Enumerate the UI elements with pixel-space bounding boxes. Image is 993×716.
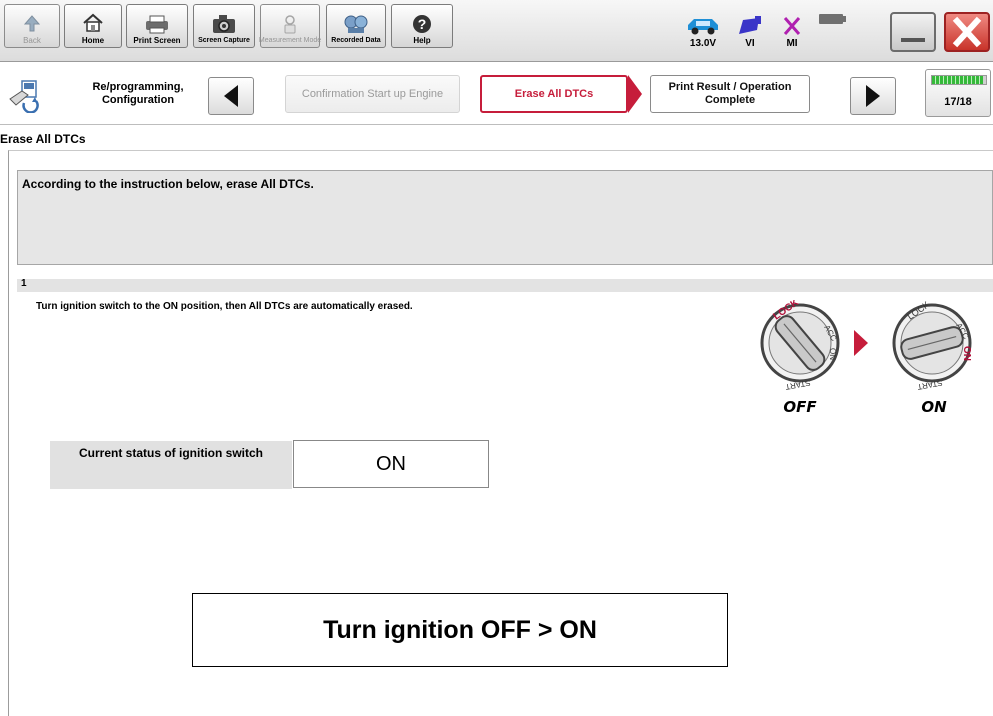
progress-text: 17/18: [944, 96, 972, 108]
section-title: Erase All DTCs: [0, 132, 86, 146]
reprogramming-icon: [9, 80, 39, 113]
callout-box: Turn ignition OFF > ON: [192, 593, 728, 667]
transition-arrow-icon: [854, 330, 868, 356]
home-icon: [83, 13, 103, 32]
recorded-data-button[interactable]: Recorded Data: [326, 4, 386, 48]
ignition-status-value: ON: [293, 440, 489, 488]
screen-capture-label: Screen Capture: [198, 37, 250, 44]
mi-status: MI: [772, 6, 812, 50]
recorded-data-label: Recorded Data: [331, 37, 381, 44]
back-label: Back: [23, 36, 41, 45]
mi-disconnected-icon: [783, 17, 801, 35]
off-caption: OFF: [783, 398, 817, 416]
triangle-right-icon: [866, 85, 880, 107]
breadcrumb-bar: Re/programming, Configuration Confirmati…: [0, 63, 993, 125]
printer-icon: [146, 15, 168, 34]
home-label: Home: [81, 36, 105, 45]
help-label: Help: [413, 36, 431, 45]
back-arrow-icon: [23, 15, 41, 32]
measurement-mode-label: Measurement Mode: [258, 37, 322, 44]
minimize-button[interactable]: [890, 12, 936, 52]
on-caption: ON: [921, 398, 947, 416]
step-confirmation-start-up-engine: Confirmation Start up Engine: [285, 75, 460, 113]
battery-voltage: 13.0V: [689, 38, 717, 49]
ignition-on-dial: LOCK ACC ON START ON: [892, 300, 972, 416]
recorded-data-icon: [344, 15, 368, 33]
step-instruction: Turn ignition switch to the ON position,…: [36, 301, 413, 312]
close-button[interactable]: [944, 12, 990, 52]
battery-status: 13.0V: [680, 6, 726, 50]
triangle-left-icon: [224, 85, 238, 107]
on-on-label: ON: [961, 346, 972, 361]
current-step-pointer: [628, 75, 642, 113]
breadcrumb-title: Re/programming, Configuration: [92, 81, 184, 106]
close-icon: [952, 16, 982, 48]
step-erase-all-dtcs: Erase All DTCs: [480, 75, 628, 113]
step-print-result: Print Result / Operation Complete: [650, 75, 810, 113]
camera-icon: [213, 15, 235, 33]
print-screen-label: Print Screen: [133, 36, 181, 45]
mi-device-status: [814, 6, 850, 50]
progress-track: [931, 75, 987, 85]
ignition-switch-diagram: LOCK ACC ON START OFF LOCK ACC ON START …: [760, 300, 972, 416]
vi-connector-icon: [739, 16, 761, 34]
measurement-icon: [284, 15, 296, 34]
progress-indicator: 17/18: [925, 69, 991, 117]
device-icon: [819, 14, 846, 24]
next-step-button[interactable]: [850, 77, 896, 115]
step-number: 1: [21, 278, 27, 289]
mi-label: MI: [786, 38, 798, 49]
screen-capture-button[interactable]: Screen Capture: [193, 4, 255, 48]
previous-step-button[interactable]: [208, 77, 254, 115]
measurement-mode-button[interactable]: Measurement Mode: [258, 4, 322, 48]
toolbar: Back Home Print Screen Screen Capture Me…: [0, 0, 993, 62]
progress-fill: [932, 76, 983, 84]
off-on-label: ON: [828, 348, 837, 360]
svg-text:?: ?: [418, 16, 427, 32]
vi-status: VI: [730, 6, 770, 50]
instruction-box: According to the instruction below, eras…: [17, 170, 993, 265]
help-icon: ?: [413, 15, 431, 33]
back-button[interactable]: Back: [4, 4, 60, 48]
help-button[interactable]: ? Help: [391, 4, 453, 48]
instruction-text: According to the instruction below, eras…: [22, 177, 314, 191]
print-screen-button[interactable]: Print Screen: [126, 4, 188, 48]
vehicle-status-group: 13.0V VI MI: [680, 6, 850, 50]
home-button[interactable]: Home: [64, 4, 122, 48]
car-icon: [688, 19, 718, 35]
step-header: 1: [17, 278, 993, 292]
ignition-status-label: Current status of ignition switch: [50, 441, 292, 489]
ignition-off-dial: LOCK ACC ON START OFF: [760, 300, 840, 416]
vi-label: VI: [745, 38, 755, 49]
minimize-icon: [901, 38, 925, 42]
